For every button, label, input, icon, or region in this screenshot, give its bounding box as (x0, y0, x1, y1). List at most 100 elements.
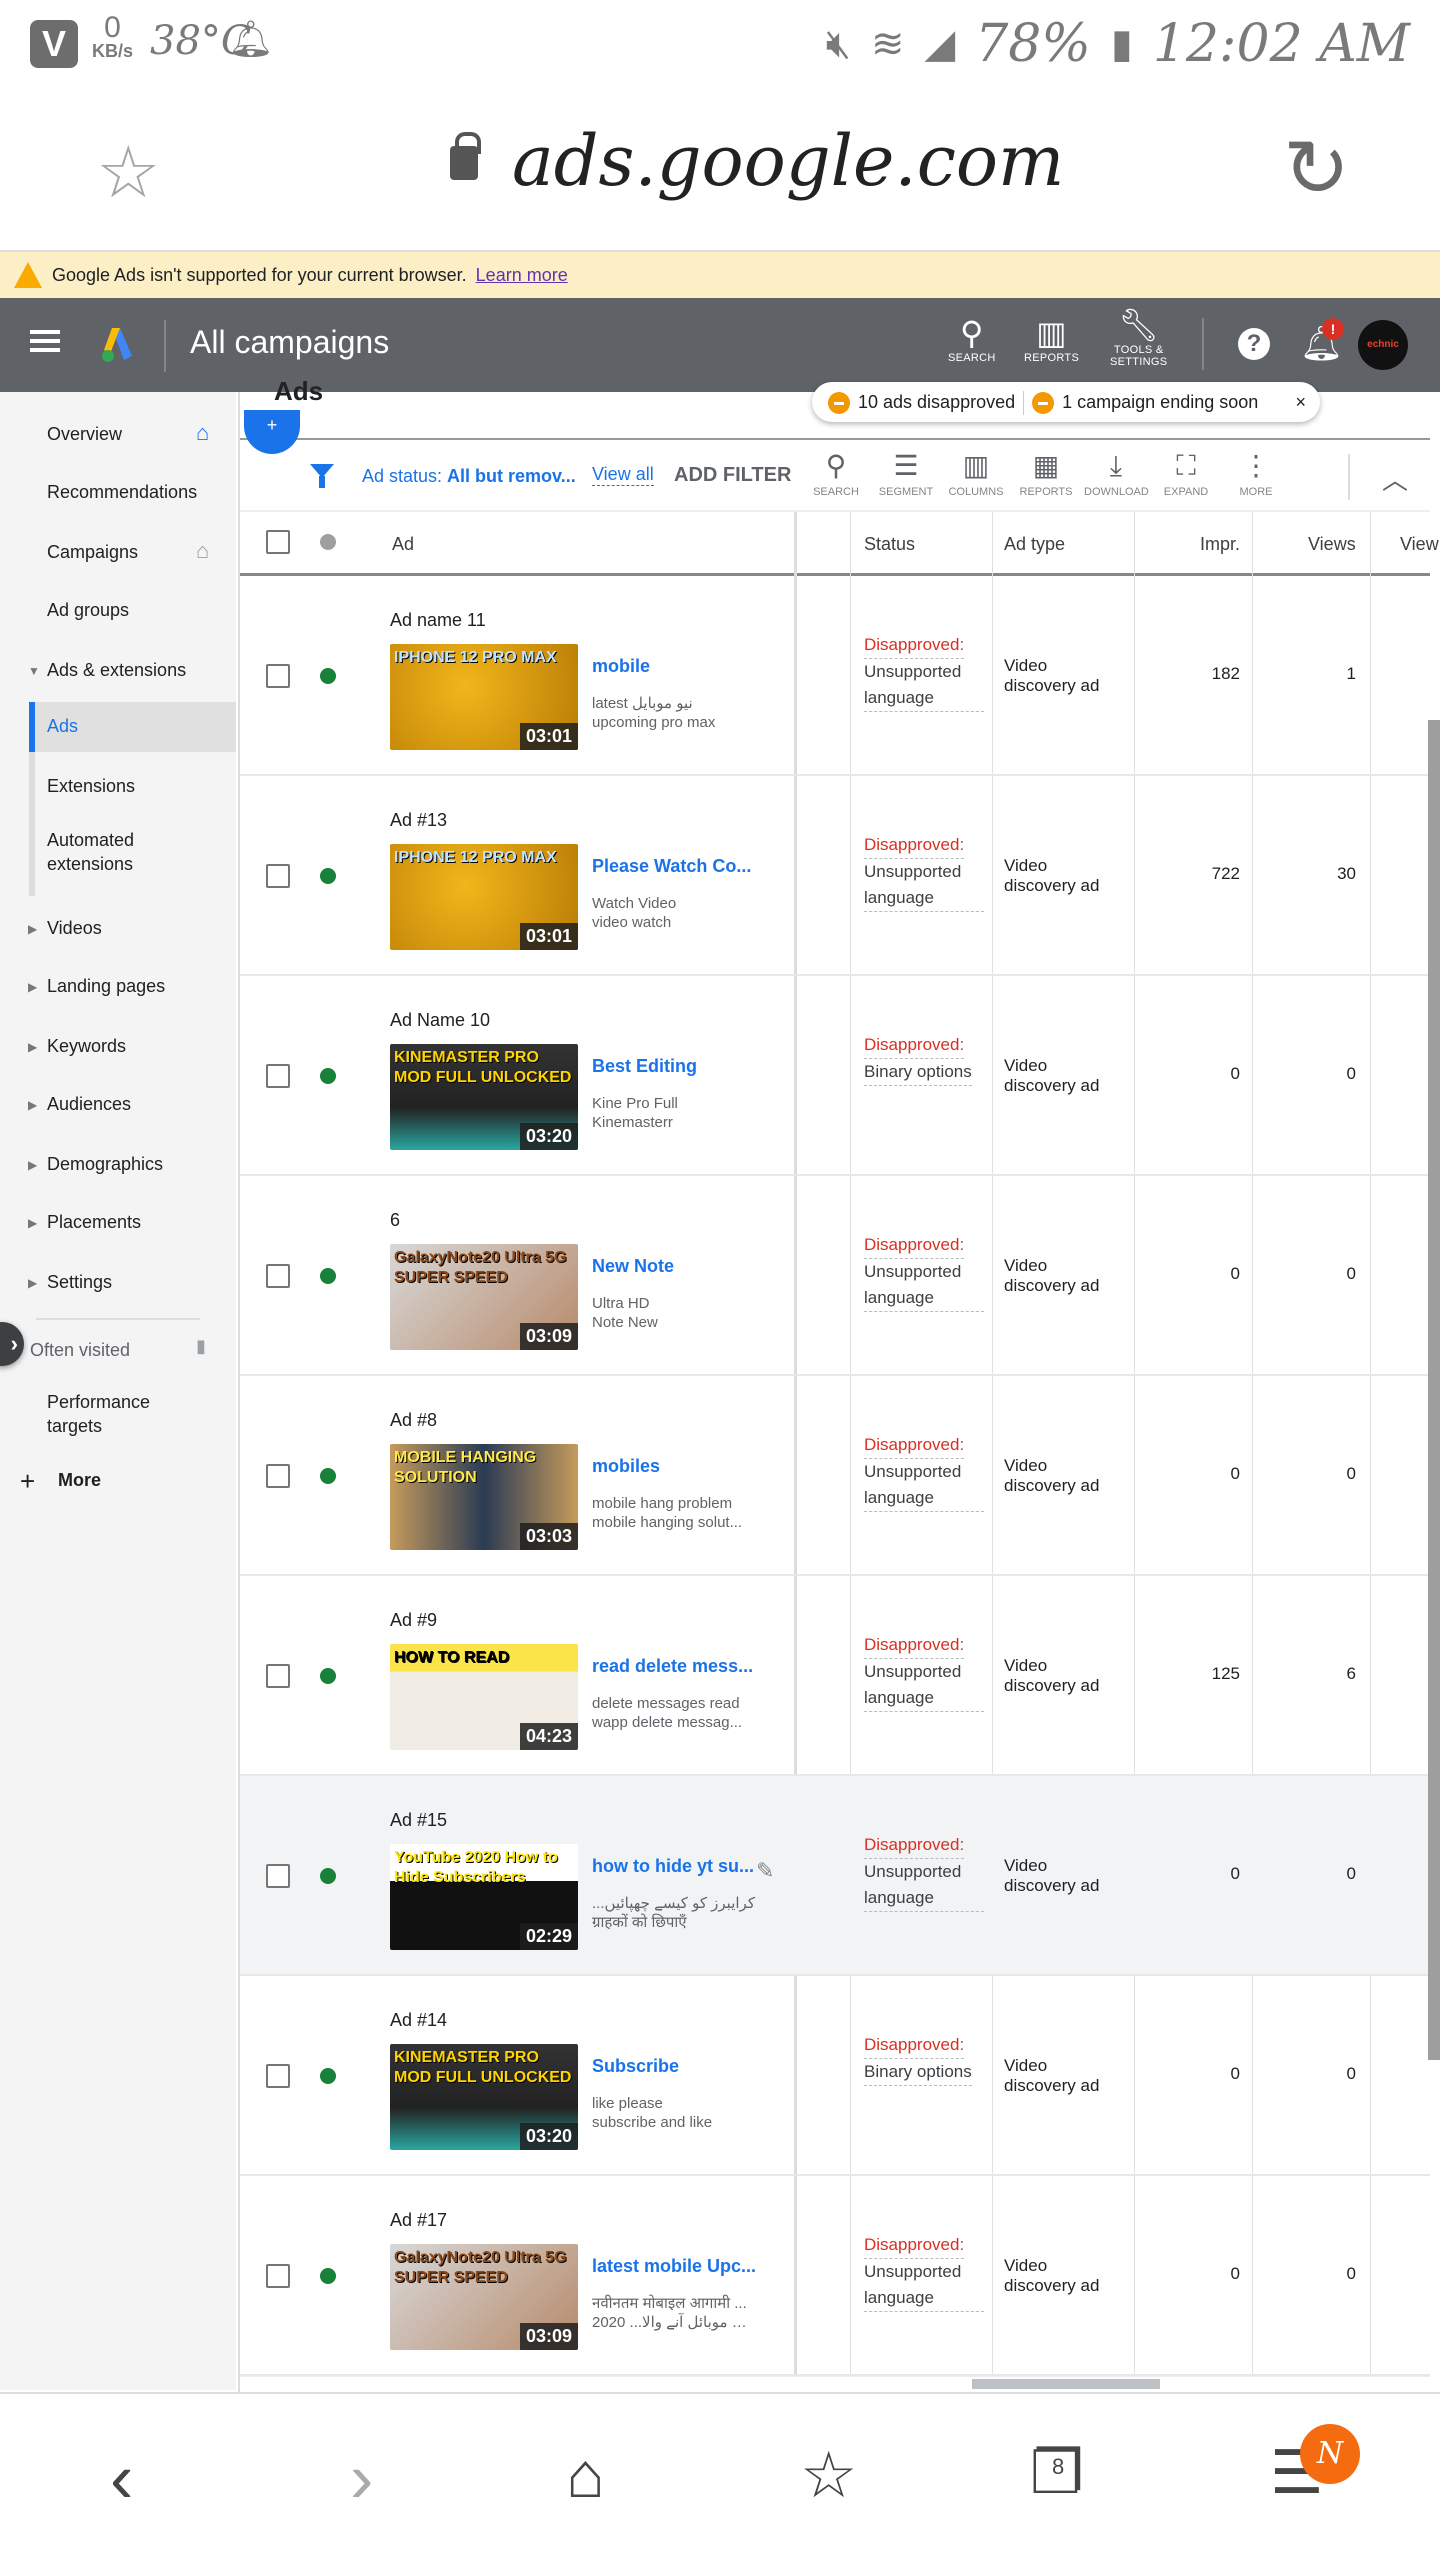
table-row[interactable]: Ad #13 IPHONE 12 PRO MAX 03:01 Please Watch… (240, 776, 1430, 976)
table-row[interactable]: 6 GalaxyNote20 Ultra 5G SUPER SPEED 03:09 N… (240, 1176, 1430, 1376)
ad-headline-link[interactable]: Subscribe (592, 2056, 758, 2077)
video-thumbnail[interactable]: HOW TO READ 04:23 (390, 1644, 578, 1750)
toolbar-more-button[interactable]: ⋮ MORE (1224, 446, 1288, 498)
close-icon[interactable]: × (1295, 382, 1306, 422)
table-row[interactable]: Ad #8 MOBILE HANGING SOLUTION 03:03 mobiles… (240, 1376, 1430, 1576)
status-reason[interactable]: Binary options (864, 1059, 972, 1086)
menu-icon[interactable] (30, 330, 60, 352)
column-header-status[interactable]: Status (864, 534, 915, 555)
table-row[interactable]: Ad #14 KINEMASTER PRO MOD FULL UNLOCKED 03… (240, 1976, 1430, 2176)
table-row[interactable]: Ad #17 GalaxyNote20 Ultra 5G SUPER SPEED 0… (240, 2176, 1430, 2376)
ad-status[interactable]: Disapproved: Unsupported language (864, 1232, 984, 1312)
status-reason[interactable]: Unsupported language (864, 1259, 984, 1312)
ads-disapproved-notice[interactable]: 10 ads disapproved (858, 392, 1015, 412)
ad-status[interactable]: Disapproved: Unsupported language (864, 1832, 984, 1912)
status-reason[interactable]: Unsupported language (864, 859, 984, 912)
status-disapproved[interactable]: Disapproved: (864, 632, 965, 659)
sidebar-item-extensions[interactable]: Extensions (0, 762, 236, 812)
column-header-view-rate[interactable]: View (1400, 534, 1439, 555)
campaign-ending-notice[interactable]: 1 campaign ending soon (1062, 392, 1258, 412)
sidebar-item-recommendations[interactable]: Recommendations (0, 468, 236, 518)
row-checkbox[interactable] (266, 664, 290, 688)
ad-headline-link[interactable]: how to hide yt su... (592, 1856, 758, 1877)
toolbar-search-button[interactable]: ⚲ SEARCH (804, 446, 868, 498)
video-thumbnail[interactable]: GalaxyNote20 Ultra 5G SUPER SPEED 03:09 (390, 1244, 578, 1350)
status-disapproved[interactable]: Disapproved: (864, 1232, 965, 1259)
ad-headline-link[interactable]: mobile (592, 656, 758, 677)
column-header-views[interactable]: Views (1308, 534, 1356, 555)
filter-icon[interactable] (310, 464, 334, 488)
ad-status[interactable]: Disapproved: Unsupported language (864, 1632, 984, 1712)
video-thumbnail[interactable]: KINEMASTER PRO MOD FULL UNLOCKED 03:20 (390, 1044, 578, 1150)
help-icon[interactable]: ? (1238, 328, 1270, 360)
status-reason[interactable]: Unsupported language (864, 659, 984, 712)
status-reason[interactable]: Unsupported language (864, 1859, 984, 1912)
ad-headline-link[interactable]: mobiles (592, 1456, 758, 1477)
sidebar-item-placements[interactable]: ▶ Placements (0, 1198, 236, 1248)
back-icon[interactable]: ‹ (110, 2438, 133, 2518)
ad-status[interactable]: Disapproved: Unsupported language (864, 832, 984, 912)
sidebar-item-ads-extensions[interactable]: ▼ Ads & extensions (0, 646, 236, 696)
column-header-ad-type[interactable]: Ad type (1004, 534, 1065, 555)
toolbar-columns-button[interactable]: ▥ COLUMNS (944, 446, 1008, 498)
row-checkbox[interactable] (266, 1664, 290, 1688)
row-checkbox[interactable] (266, 864, 290, 888)
sidebar-item-campaigns[interactable]: Campaigns ⌂ (0, 528, 236, 578)
table-row[interactable]: Ad #9 HOW TO READ 04:23 read delete mess...… (240, 1576, 1430, 1776)
sidebar-item-performance-targets[interactable]: Performance targets (0, 1384, 236, 1444)
status-disapproved[interactable]: Disapproved: (864, 1832, 965, 1859)
row-checkbox[interactable] (266, 1864, 290, 1888)
reload-icon[interactable]: ↻ (1283, 122, 1350, 215)
ad-status[interactable]: Disapproved: Binary options (864, 1032, 984, 1086)
status-disapproved[interactable]: Disapproved: (864, 1032, 965, 1059)
scrollbar-thumb[interactable] (972, 2379, 1160, 2389)
table-row[interactable]: Ad Name 10 KINEMASTER PRO MOD FULL UNLOCK… (240, 976, 1430, 1176)
sidebar-item-settings[interactable]: ▶ Settings (0, 1258, 236, 1308)
ad-headline-link[interactable]: New Note (592, 1256, 758, 1277)
ad-headline-link[interactable]: Best Editing (592, 1056, 758, 1077)
video-thumbnail[interactable]: GalaxyNote20 Ultra 5G SUPER SPEED 03:09 (390, 2244, 578, 2350)
bookmarks-icon[interactable]: ☆ (800, 2438, 857, 2513)
learn-more-link[interactable]: Learn more (476, 265, 568, 285)
status-disapproved[interactable]: Disapproved: (864, 832, 965, 859)
header-search-button[interactable]: ⚲ SEARCH (948, 314, 996, 364)
ad-status[interactable]: Disapproved: Binary options (864, 2032, 984, 2086)
toolbar-expand-button[interactable]: ⛶ EXPAND (1154, 446, 1218, 498)
sidebar-item-ad-groups[interactable]: Ad groups (0, 586, 236, 636)
ad-status-filter[interactable]: Ad status: All but remov... (362, 466, 576, 487)
vertical-scrollbar[interactable] (1428, 720, 1440, 2060)
collapse-chevron-icon[interactable]: ︿ (1382, 460, 1408, 497)
sidebar-item-overview[interactable]: Overview ⌂ (0, 410, 236, 460)
status-reason[interactable]: Binary options (864, 2059, 972, 2086)
row-checkbox[interactable] (266, 1464, 290, 1488)
sidebar-item-landing-pages[interactable]: ▶ Landing pages (0, 962, 236, 1012)
status-disapproved[interactable]: Disapproved: (864, 1432, 965, 1459)
column-header-ad[interactable]: Ad (392, 534, 414, 555)
account-avatar[interactable]: echnic (1358, 320, 1408, 370)
toolbar-reports-button[interactable]: ▦ REPORTS (1014, 446, 1078, 498)
tabs-icon[interactable]: ❐ 8 (1030, 2438, 1084, 2508)
ad-status[interactable]: Disapproved: Unsupported language (864, 632, 984, 712)
bookmark-star-icon[interactable]: ☆ (96, 130, 161, 214)
sidebar-more-button[interactable]: + More (0, 1460, 236, 1500)
view-all-link[interactable]: View all (592, 464, 654, 486)
toolbar-segment-button[interactable]: ☰ SEGMENT (874, 446, 938, 498)
column-header-impr[interactable]: Impr. (1200, 534, 1240, 555)
ad-headline-link[interactable]: Please Watch Co... (592, 856, 758, 877)
url-text[interactable]: ads.google.com (512, 120, 1064, 202)
edit-pencil-icon[interactable]: ✎ (756, 1858, 774, 1884)
status-reason[interactable]: Unsupported language (864, 1459, 984, 1512)
sidebar-item-demographics[interactable]: ▶ Demographics (0, 1140, 236, 1190)
notification-chip[interactable]: 10 ads disapproved 1 campaign ending soon… (812, 382, 1320, 422)
video-thumbnail[interactable]: KINEMASTER PRO MOD FULL UNLOCKED 03:20 (390, 2044, 578, 2150)
tools-settings-button[interactable]: 🔧︎ TOOLS & SETTINGS (1110, 306, 1167, 368)
ad-status[interactable]: Disapproved: Unsupported language (864, 2232, 984, 2312)
home-icon[interactable]: ⌂ (566, 2438, 605, 2512)
row-checkbox[interactable] (266, 1264, 290, 1288)
status-reason[interactable]: Unsupported language (864, 2259, 984, 2312)
forward-icon[interactable]: › (350, 2438, 373, 2518)
ad-status[interactable]: Disapproved: Unsupported language (864, 1432, 984, 1512)
ad-headline-link[interactable]: read delete mess... (592, 1656, 758, 1677)
sidebar-item-videos[interactable]: ▶ Videos (0, 904, 236, 954)
video-thumbnail[interactable]: YouTube 2020 How to Hide Subscribers 02:2… (390, 1844, 578, 1950)
